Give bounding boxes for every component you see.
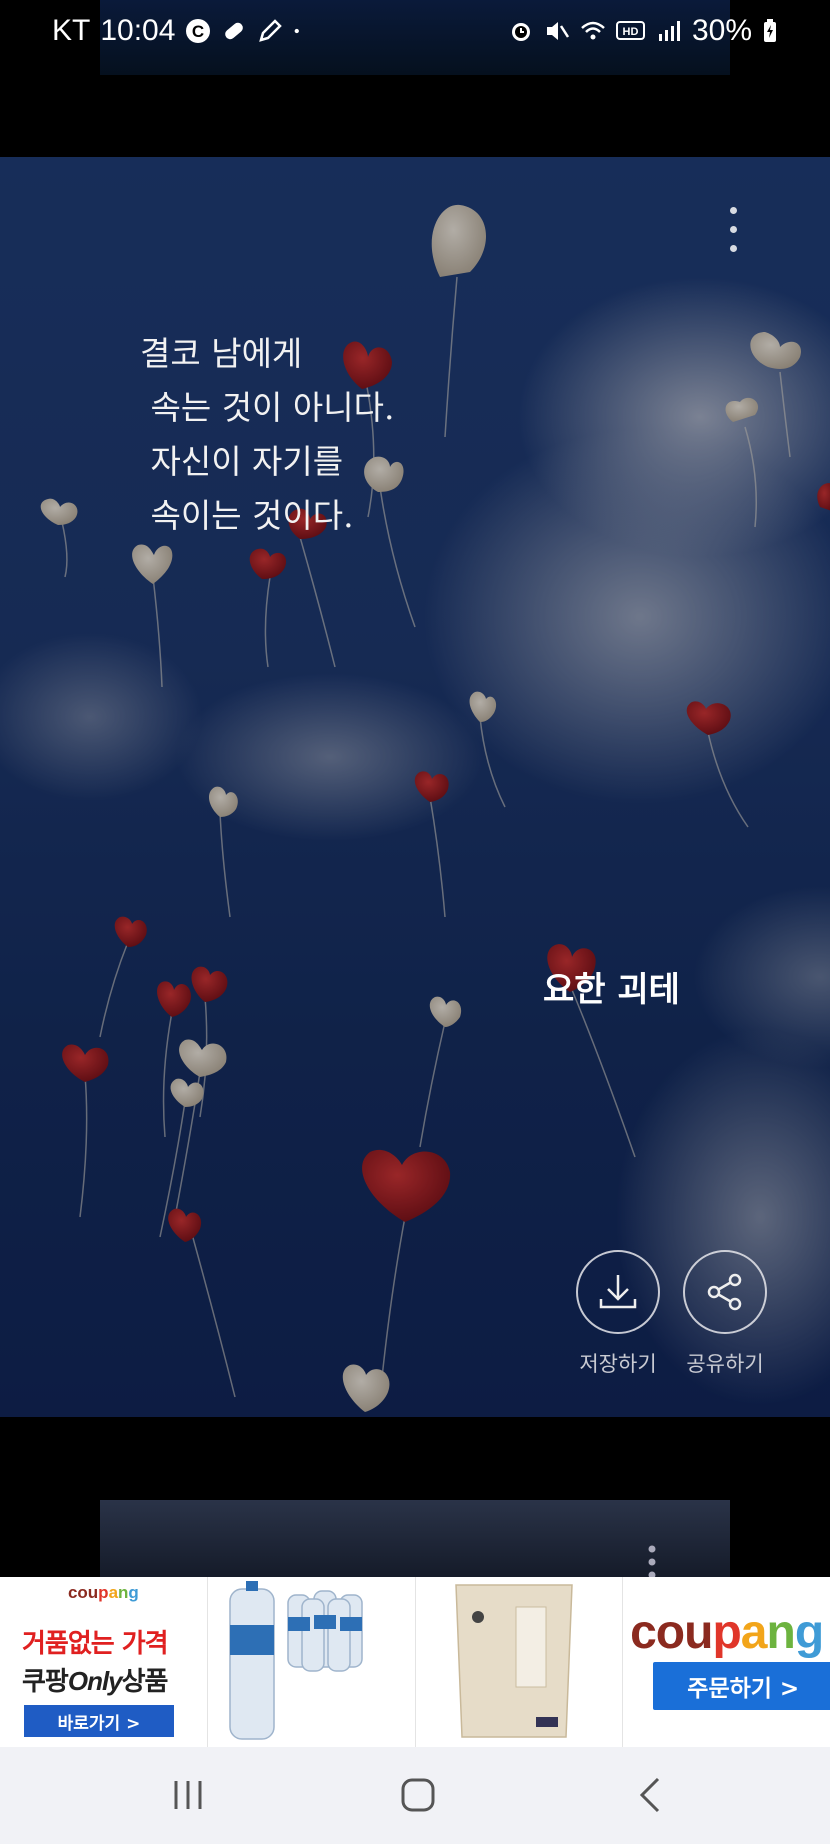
ad-tile-order[interactable]: coupang 주문하기 > xyxy=(623,1577,830,1747)
save-circle[interactable] xyxy=(576,1250,660,1334)
more-options-icon[interactable] xyxy=(646,1544,658,1580)
ad-tile-promo[interactable]: coupang 거품없는 가격 쿠팡Only상품 바로가기 > xyxy=(0,1577,208,1747)
status-bar: KT 10:04 C HD 30% xyxy=(0,0,830,70)
svg-text:HD: HD xyxy=(623,26,639,38)
dot-icon xyxy=(295,28,300,34)
battery-percent: 30% xyxy=(691,14,752,47)
mute-icon xyxy=(546,22,570,40)
coupang-logo-small: coupang xyxy=(67,1583,139,1602)
hd-icon: HD xyxy=(615,21,645,40)
quote-line: 속는 것이 아니다. xyxy=(140,388,395,427)
status-left: KT 10:04 C xyxy=(52,14,307,48)
quote-line: 자신이 자기를 xyxy=(140,442,344,481)
order-button[interactable]: 주문하기 > xyxy=(653,1662,830,1710)
share-circle[interactable] xyxy=(683,1250,767,1334)
quote-card[interactable]: 결코 남에게 속는 것이 아니다. 자신이 자기를 속이는 것이다. 요한 괴테… xyxy=(0,157,830,1417)
coupang-logo: coupang xyxy=(630,1606,824,1659)
promo-sub-prefix: 쿠팡 xyxy=(22,1667,69,1697)
signal-icon xyxy=(658,21,680,41)
more-options-button[interactable] xyxy=(726,207,740,253)
status-right: HD 30% xyxy=(508,14,778,48)
pill-icon xyxy=(225,22,244,40)
wifi-icon xyxy=(581,21,605,40)
share-label: 공유하기 xyxy=(686,1352,764,1376)
quote-author: 요한 괴테 xyxy=(543,970,680,1010)
share-icon xyxy=(707,1273,742,1311)
go-now-button[interactable]: 바로가기 > xyxy=(24,1705,174,1737)
recent-apps-icon[interactable] xyxy=(168,1777,208,1813)
alarm-icon xyxy=(511,23,530,41)
clock: 10:04 xyxy=(100,14,176,47)
c-circle-icon: C xyxy=(186,19,211,43)
ad-banner[interactable]: coupang 거품없는 가격 쿠팡Only상품 바로가기 > coupang … xyxy=(0,1577,830,1747)
promo-sub-suffix: 상품 xyxy=(121,1667,169,1697)
ad-tile-water[interactable] xyxy=(208,1577,416,1747)
water-bottles-image xyxy=(229,1581,363,1740)
quote-line: 속이는 것이다. xyxy=(140,496,354,535)
rice-bag-image xyxy=(454,1584,573,1738)
ad-tile-rice[interactable] xyxy=(416,1577,624,1747)
next-card-peek[interactable] xyxy=(100,1500,730,1580)
download-icon xyxy=(599,1275,637,1309)
back-icon[interactable] xyxy=(630,1777,670,1813)
promo-subline: 쿠팡Only상품 xyxy=(22,1661,169,1698)
promo-sub-emph: Only xyxy=(67,1666,123,1696)
navigation-bar xyxy=(0,1747,830,1844)
save-button[interactable]: 저장하기 xyxy=(576,1250,660,1378)
quote-text: 결코 남에게 속는 것이 아니다. 자신이 자기를 속이는 것이다. xyxy=(140,327,394,543)
pen-icon xyxy=(259,19,283,42)
share-button[interactable]: 공유하기 xyxy=(683,1250,767,1378)
svg-text:C: C xyxy=(192,22,204,41)
promo-headline: 거품없는 가격 xyxy=(22,1629,169,1659)
carrier: KT xyxy=(52,14,91,47)
image-overlay xyxy=(0,157,830,1417)
quote-line: 결코 남에게 xyxy=(140,334,303,373)
battery-icon xyxy=(764,19,776,42)
home-icon[interactable] xyxy=(398,1777,438,1813)
save-label: 저장하기 xyxy=(579,1352,657,1376)
